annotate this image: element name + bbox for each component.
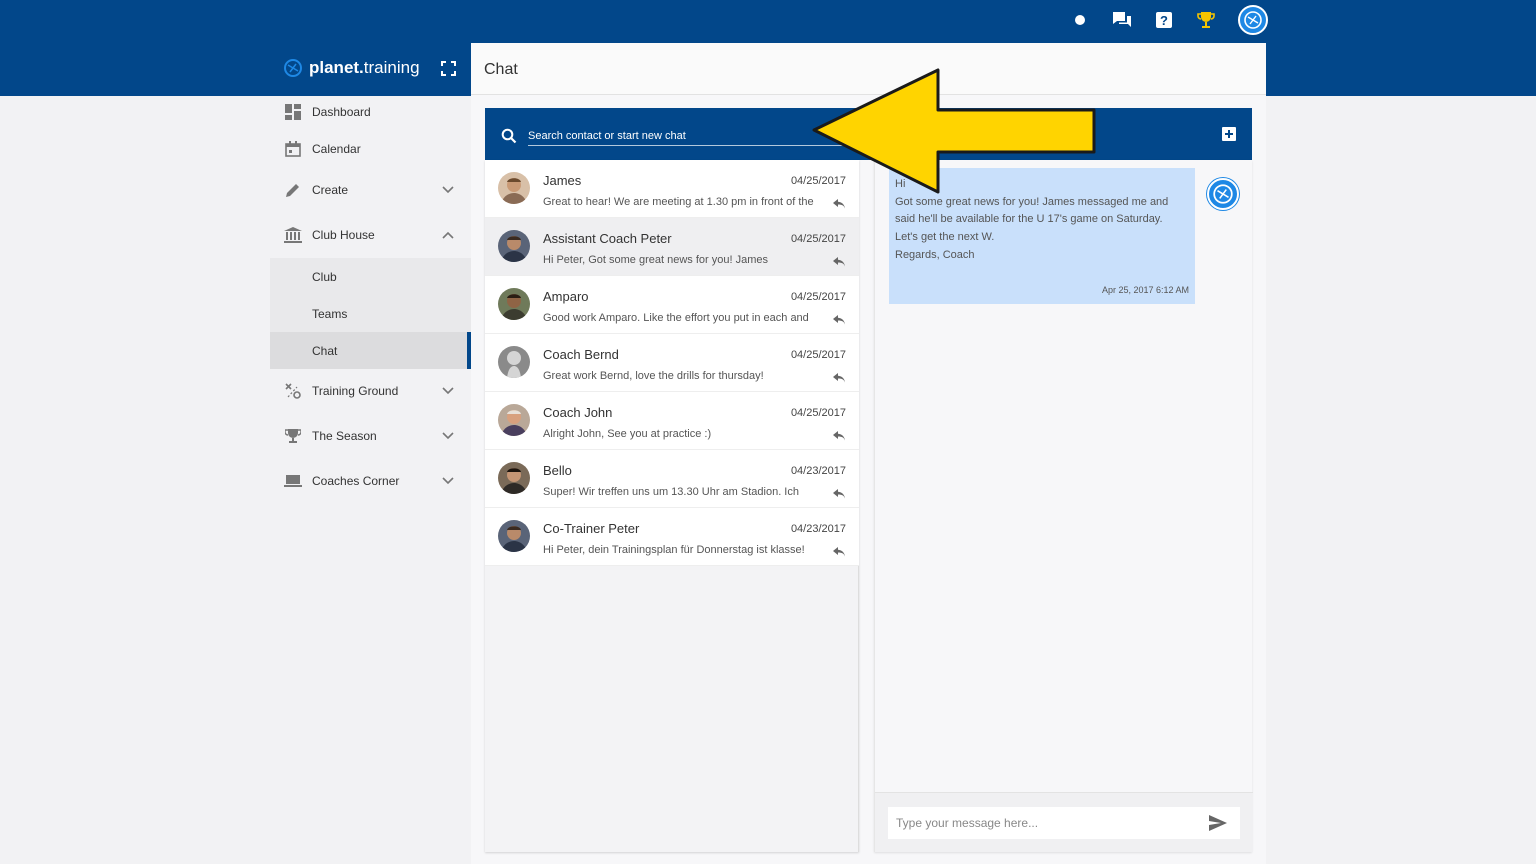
contact-name: Coach John	[543, 405, 613, 420]
sidebar-item-the-season[interactable]: The Season	[270, 426, 471, 446]
contact-name: Coach Bernd	[543, 347, 619, 362]
contact-item[interactable]: Amparo 04/25/2017 Good work Amparo. Like…	[485, 276, 859, 334]
profile-avatar-icon[interactable]	[1238, 5, 1268, 35]
planet-logo-icon	[284, 59, 302, 77]
reply-icon[interactable]	[833, 428, 845, 446]
contact-preview: Super! Wir treffen uns um 13.30 Uhr am S…	[543, 486, 799, 498]
contact-date: 04/25/2017	[790, 349, 846, 361]
contact-preview: Great to hear! We are meeting at 1.30 pm…	[543, 196, 814, 208]
planet-logo-icon	[1213, 184, 1233, 204]
avatar	[498, 172, 530, 204]
trophy-icon	[284, 427, 302, 445]
sidebar-item-label: Coaches Corner	[312, 474, 400, 488]
laptop-icon	[284, 472, 302, 490]
calendar-icon	[284, 140, 302, 158]
message-input[interactable]	[888, 807, 1240, 839]
chevron-down-icon	[442, 384, 454, 398]
sidebar-subitem-label: Chat	[312, 344, 338, 358]
sidebar-subitem-club[interactable]: Club	[270, 258, 471, 295]
svg-text:?: ?	[1160, 13, 1168, 28]
contact-item[interactable]: James 04/25/2017 Great to hear! We are m…	[485, 160, 859, 218]
contact-date: 04/25/2017	[790, 291, 846, 303]
sidebar-item-label: Club House	[312, 228, 375, 242]
brand-logo[interactable]: planet.training	[283, 58, 420, 78]
chat-icon[interactable]	[1112, 10, 1132, 30]
brand-name-light: training	[363, 58, 420, 77]
status-dot-icon[interactable]	[1070, 10, 1090, 30]
trophy-icon[interactable]	[1196, 10, 1216, 30]
fullscreen-icon[interactable]	[441, 61, 456, 81]
contact-item[interactable]: Co-Trainer Peter 04/23/2017 Hi Peter, de…	[485, 508, 859, 566]
contact-date: 04/23/2017	[790, 523, 846, 535]
reply-icon[interactable]	[833, 370, 845, 388]
contact-name: Assistant Coach Peter	[543, 231, 672, 246]
sidebar-subitem-label: Club	[312, 270, 337, 284]
sidebar-subitem-label: Teams	[312, 307, 348, 321]
avatar	[498, 404, 530, 436]
reply-icon[interactable]	[833, 312, 845, 330]
help-icon[interactable]: ?	[1154, 10, 1174, 30]
avatar	[498, 230, 530, 262]
contact-date: 04/23/2017	[790, 465, 846, 477]
contact-item[interactable]: Bello 04/23/2017 Super! Wir treffen uns …	[485, 450, 859, 508]
search-icon[interactable]	[501, 128, 517, 149]
top-actions: ?	[1070, 5, 1268, 35]
tactics-icon	[284, 382, 302, 400]
compose-bar	[875, 792, 1253, 852]
contact-name: James	[543, 173, 582, 188]
sidebar-item-create[interactable]: Create	[270, 180, 471, 200]
sidebar-item-coaches-corner[interactable]: Coaches Corner	[270, 471, 471, 491]
sidebar-subitem-chat[interactable]: Chat	[270, 332, 471, 369]
chevron-down-icon	[442, 183, 454, 197]
sidebar-item-label: Dashboard	[312, 105, 371, 119]
new-chat-icon[interactable]	[1221, 126, 1237, 147]
chevron-down-icon	[442, 429, 454, 443]
reply-icon[interactable]	[833, 486, 845, 504]
contact-name: Amparo	[543, 289, 589, 304]
sidebar-item-label: Calendar	[312, 142, 361, 156]
contact-date: 04/25/2017	[790, 233, 846, 245]
sidebar: Dashboard Calendar Create Club House Clu…	[270, 96, 471, 864]
reply-icon[interactable]	[833, 544, 845, 562]
contact-item[interactable]: Assistant Coach Peter 04/25/2017 Hi Pete…	[485, 218, 859, 276]
avatar	[498, 520, 530, 552]
avatar	[1207, 178, 1239, 210]
sidebar-item-label: Training Ground	[312, 384, 399, 398]
contact-date: 04/25/2017	[790, 407, 846, 419]
contact-preview: Great work Bernd, love the drills for th…	[543, 370, 764, 382]
pencil-icon	[284, 181, 302, 199]
contact-preview: Hi Peter, Got some great news for you! J…	[543, 254, 768, 266]
brand-name-bold: planet.	[309, 58, 364, 77]
contact-preview: Good work Amparo. Like the effort you pu…	[543, 312, 809, 324]
sidebar-item-club-house[interactable]: Club House	[270, 225, 471, 245]
reply-icon[interactable]	[833, 196, 845, 214]
chevron-down-icon	[442, 474, 454, 488]
message-timestamp: Apr 25, 2017 6:12 AM	[1101, 285, 1189, 295]
contact-preview: Hi Peter, dein Trainingsplan für Donners…	[543, 544, 805, 556]
avatar	[498, 462, 530, 494]
contact-preview: Alright John, See you at practice :)	[543, 428, 712, 440]
sidebar-item-dashboard[interactable]: Dashboard	[270, 102, 471, 122]
avatar	[498, 288, 530, 320]
conversation-pane: Hi Got some great news for you! James me…	[874, 160, 1253, 852]
sidebar-item-label: The Season	[312, 429, 377, 443]
sidebar-subitem-teams[interactable]: Teams	[270, 295, 471, 332]
sidebar-item-calendar[interactable]: Calendar	[270, 139, 471, 159]
reply-icon[interactable]	[833, 254, 845, 272]
sidebar-item-training-ground[interactable]: Training Ground	[270, 381, 471, 401]
sidebar-item-label: Create	[312, 183, 349, 197]
contact-name: Co-Trainer Peter	[543, 521, 640, 536]
contact-item[interactable]: Coach Bernd 04/25/2017 Great work Bernd,…	[485, 334, 859, 392]
search-input[interactable]	[528, 126, 848, 146]
chevron-up-icon	[442, 228, 454, 242]
contact-item[interactable]: Coach John 04/25/2017 Alright John, See …	[485, 392, 859, 450]
contact-list: James 04/25/2017 Great to hear! We are m…	[485, 160, 859, 852]
contact-name: Bello	[543, 463, 572, 478]
building-icon	[284, 226, 302, 244]
page-title: Chat	[484, 61, 518, 78]
annotation-arrow-icon	[812, 68, 1096, 194]
dashboard-icon	[284, 103, 302, 121]
send-icon[interactable]	[1209, 815, 1227, 836]
avatar	[498, 346, 530, 378]
